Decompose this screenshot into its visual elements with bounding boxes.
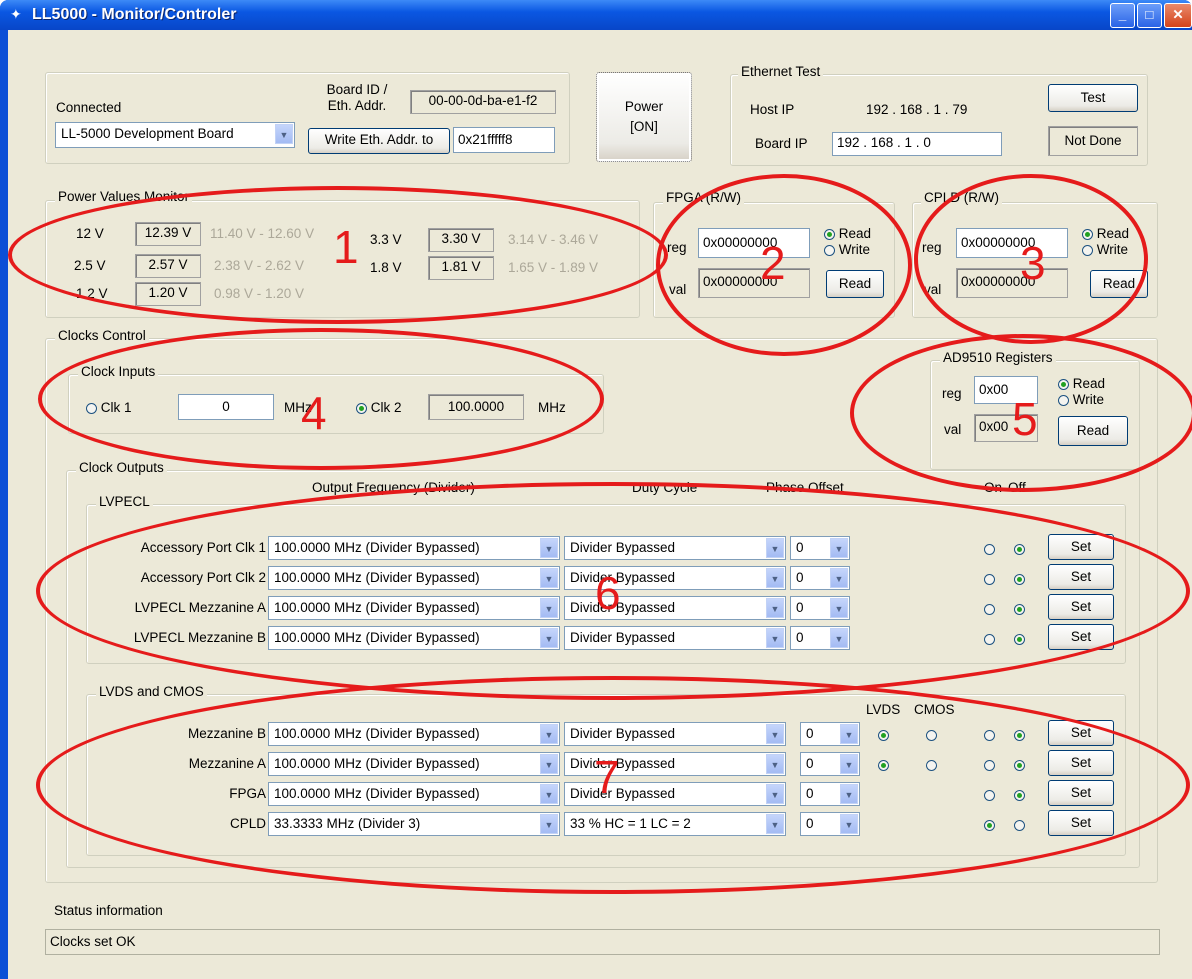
minimize-icon[interactable]: _ (1110, 3, 1135, 28)
power-button[interactable]: Power [ON] (596, 72, 692, 162)
annotation-number-7: 7 (594, 751, 620, 803)
status-info-label: Status information (54, 903, 163, 918)
window-title: LL5000 - Monitor/Controler (32, 6, 237, 23)
board-id-label-1: Board ID / (326, 82, 388, 97)
test-button[interactable]: Test (1048, 84, 1138, 112)
board-id-label: Board ID / Eth. Addr. (311, 82, 403, 114)
host-ip-value: 192 . 168 . 1 . 79 (866, 102, 968, 117)
annotation-number-4: 4 (301, 387, 327, 439)
board-id-value: 00-00-0d-ba-e1-f2 (410, 90, 556, 114)
board-id-label-2: Eth. Addr. (327, 98, 387, 113)
annotation-number-6: 6 (595, 567, 621, 619)
write-eth-input[interactable]: 0x21fffff8 (453, 127, 555, 153)
annotation-number-1: 1 (333, 221, 359, 273)
clocks-control-title: Clocks Control (55, 328, 149, 343)
lvpecl-title: LVPECL (96, 494, 153, 509)
app-window: ✦ LL5000 - Monitor/Controler _ □ ✕ Conne… (0, 0, 1192, 979)
board-ip-input[interactable]: 192 . 168 . 1 . 0 (832, 132, 1002, 156)
lvds-cmos-title: LVDS and CMOS (96, 684, 207, 699)
chevron-down-icon: ▼ (275, 124, 293, 144)
board-select[interactable]: LL-5000 Development Board ▼ (55, 122, 295, 148)
ethernet-status: Not Done (1048, 126, 1138, 156)
title-bar: ✦ LL5000 - Monitor/Controler _ □ ✕ (0, 0, 1192, 30)
status-bar: Clocks set OK (45, 929, 1160, 955)
annotation-number-3: 3 (1020, 237, 1046, 289)
ethernet-test-title: Ethernet Test (738, 64, 824, 79)
connected-label: Connected (56, 100, 122, 115)
app-icon: ✦ (10, 6, 22, 22)
power-state: [ON] (630, 119, 658, 134)
clock-outputs-title: Clock Outputs (76, 460, 167, 475)
annotation-number-2: 2 (760, 237, 786, 289)
close-icon[interactable]: ✕ (1164, 3, 1192, 28)
power-label: Power (624, 99, 664, 114)
board-select-value: LL-5000 Development Board (61, 126, 234, 141)
annotation-number-5: 5 (1012, 393, 1038, 445)
host-ip-label: Host IP (750, 102, 795, 117)
board-ip-label: Board IP (755, 136, 808, 151)
write-eth-button[interactable]: Write Eth. Addr. to (308, 128, 450, 154)
client-area: Connected LL-5000 Development Board ▼ Boa… (8, 30, 1192, 979)
maximize-icon[interactable]: □ (1137, 3, 1162, 28)
